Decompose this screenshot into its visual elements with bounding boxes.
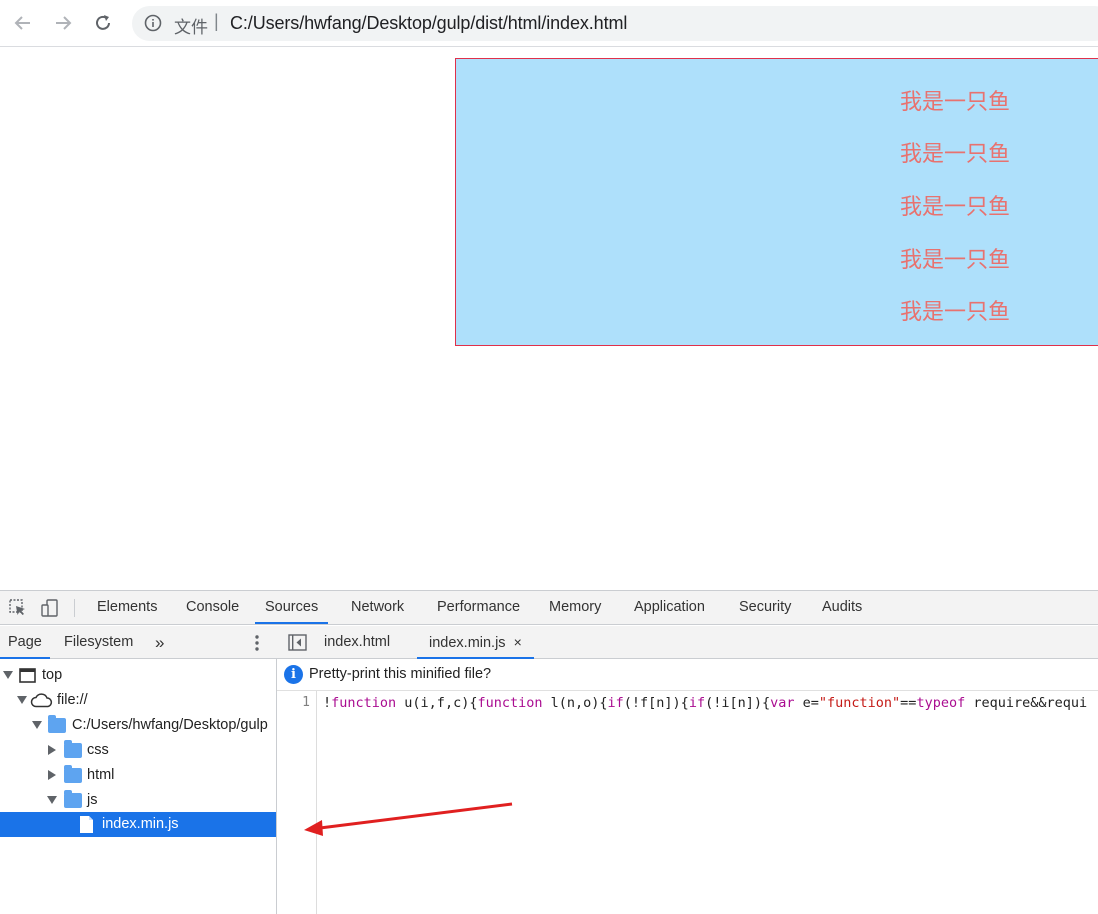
editor-tab-index-html[interactable]: index.html (312, 626, 402, 659)
code-token: (!f[n]){ (623, 695, 689, 711)
editor-tab-label: index.min.js (429, 635, 506, 651)
tab-console[interactable]: Console (176, 591, 249, 624)
code-token: ! (323, 695, 332, 711)
code-keyword: function (477, 695, 543, 711)
expand-triangle-icon[interactable] (47, 796, 57, 804)
code-token: == (900, 695, 917, 711)
forward-arrow-icon[interactable] (52, 12, 74, 34)
tree-item-top[interactable]: top (0, 663, 276, 688)
tab-page[interactable]: Page (0, 626, 50, 659)
code-string: "function" (818, 695, 901, 711)
tree-item-js[interactable]: js (0, 788, 276, 813)
device-toolbar-icon[interactable] (40, 598, 60, 618)
code-keyword: function (331, 695, 397, 711)
fish-line: 我是一只鱼 (900, 195, 1011, 220)
tab-sources[interactable]: Sources (255, 591, 329, 624)
editor-tab-label: index.html (324, 634, 391, 650)
scheme-label: 文件 (174, 18, 208, 38)
tab-performance[interactable]: Performance (427, 591, 530, 624)
infobar-text[interactable]: Pretty-print this minified file? (309, 666, 491, 682)
scheme-separator: | (214, 11, 219, 31)
address-bar[interactable]: 文件 | C:/Users/hwfang/Desktop/gulp/dist/h… (132, 6, 1098, 41)
reload-icon[interactable] (92, 12, 114, 34)
fish-line: 我是一只鱼 (900, 248, 1011, 273)
toolbar-divider (74, 599, 75, 617)
tree-item-folder-root[interactable]: C:/Users/hwfang/Desktop/gulp (0, 713, 276, 738)
tree-item-origin[interactable]: file:// (0, 688, 276, 713)
code-keyword: var (770, 695, 795, 711)
code-keyword: if (607, 695, 624, 711)
tree-label: file:// (57, 692, 88, 708)
inspect-element-icon[interactable] (8, 598, 28, 618)
tab-network[interactable]: Network (341, 591, 414, 624)
code-token: e= (794, 695, 819, 711)
devtools-tabbar: Elements Console Sources Network Perform… (0, 591, 1098, 625)
code-line[interactable]: !function u(i,f,c){function l(n,o){if(!f… (323, 695, 1087, 711)
tree-label: top (42, 667, 63, 683)
code-keyword: typeof (916, 695, 966, 711)
url-text[interactable]: C:/Users/hwfang/Desktop/gulp/dist/html/i… (230, 13, 627, 34)
file-icon (80, 816, 93, 833)
code-token: l(n,o){ (542, 695, 608, 711)
info-icon[interactable] (144, 14, 162, 32)
tree-label: index.min.js (102, 816, 179, 832)
expand-triangle-icon[interactable] (32, 721, 42, 729)
code-token: (!i[n]){ (705, 695, 771, 711)
more-tabs-icon[interactable]: » (147, 626, 172, 659)
tree-label: html (87, 767, 115, 783)
line-number-gutter: 1 (277, 691, 317, 914)
editor-tabs: index.html index.min.js × (277, 626, 1098, 659)
browser-toolbar: 文件 | C:/Users/hwfang/Desktop/gulp/dist/h… (0, 0, 1098, 47)
expand-triangle-icon[interactable] (3, 671, 13, 679)
tab-filesystem[interactable]: Filesystem (56, 626, 141, 659)
fish-line: 我是一只鱼 (900, 90, 1011, 115)
tab-security[interactable]: Security (729, 591, 801, 624)
line-number: 1 (302, 695, 310, 710)
tree-item-html[interactable]: html (0, 763, 276, 788)
toggle-navigator-icon[interactable] (288, 634, 307, 651)
tree-item-index-min-js[interactable]: index.min.js (0, 812, 276, 837)
sources-editor: index.html index.min.js × i Pretty-print … (277, 626, 1098, 914)
tree-label: js (87, 792, 98, 808)
navigator-tabs: Page Filesystem » (0, 626, 277, 659)
expand-triangle-icon[interactable] (17, 696, 27, 704)
close-icon[interactable]: × (514, 634, 522, 650)
kebab-menu-icon[interactable] (250, 634, 264, 652)
tree-label: C:/Users/hwfang/Desktop/gulp (72, 717, 268, 733)
cloud-icon (30, 693, 53, 708)
code-keyword: if (688, 695, 706, 711)
fish-line: 我是一只鱼 (900, 142, 1011, 167)
fish-box: 我是一只鱼 我是一只鱼 我是一只鱼 我是一只鱼 我是一只鱼 (455, 58, 1098, 346)
folder-icon (48, 715, 66, 733)
collapse-triangle-icon[interactable] (48, 745, 56, 755)
tab-elements[interactable]: Elements (87, 591, 167, 624)
folder-icon (64, 765, 82, 783)
tab-application[interactable]: Application (624, 591, 715, 624)
collapse-triangle-icon[interactable] (48, 770, 56, 780)
fish-line: 我是一只鱼 (900, 300, 1011, 325)
folder-icon (64, 740, 82, 758)
frame-icon (19, 668, 36, 683)
back-arrow-icon[interactable] (12, 12, 34, 34)
editor-tab-index-min-js[interactable]: index.min.js × (417, 626, 534, 659)
tree-label: css (87, 742, 109, 758)
code-token: u(i,f,c){ (396, 695, 478, 711)
tab-audits[interactable]: Audits (812, 591, 872, 624)
info-icon: i (284, 665, 303, 684)
code-token: require&&requi (965, 695, 1088, 711)
sources-navigator: Page Filesystem » top file:// C:/Users/h… (0, 626, 277, 914)
tree-item-css[interactable]: css (0, 738, 276, 763)
tab-memory[interactable]: Memory (539, 591, 611, 624)
devtools-panel: Elements Console Sources Network Perform… (0, 590, 1098, 914)
pretty-print-infobar: i Pretty-print this minified file? (277, 659, 1098, 691)
folder-icon (64, 790, 82, 808)
